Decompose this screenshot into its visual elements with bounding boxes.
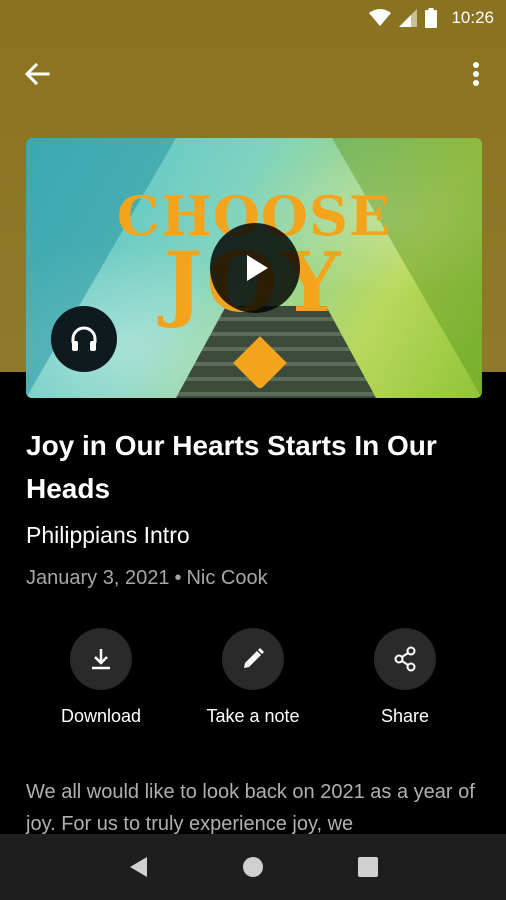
nav-recents-button[interactable] bbox=[348, 847, 388, 887]
audio-button[interactable] bbox=[51, 306, 117, 372]
app-bar bbox=[0, 40, 506, 108]
status-time: 10:26 bbox=[451, 8, 494, 27]
arrow-left-icon bbox=[24, 62, 50, 86]
back-triangle-icon bbox=[129, 857, 147, 877]
wifi-icon bbox=[369, 9, 392, 26]
sermon-title: Joy in Our Hearts Starts In Our Heads bbox=[26, 430, 437, 504]
take-note-button[interactable]: Take a note bbox=[173, 628, 333, 727]
sermon-speaker: Nic Cook bbox=[186, 567, 268, 589]
download-circle bbox=[70, 628, 132, 690]
more-vert-icon bbox=[473, 62, 479, 86]
nav-home-button[interactable] bbox=[233, 847, 273, 887]
signal-icon bbox=[399, 9, 418, 27]
nav-back-button[interactable] bbox=[118, 847, 158, 887]
take-note-label: Take a note bbox=[206, 706, 300, 726]
status-bar: 10:26 bbox=[0, 0, 506, 36]
share-button[interactable]: Share bbox=[325, 628, 485, 727]
share-label: Share bbox=[380, 706, 430, 726]
sermon-date: January 3, 2021 bbox=[26, 567, 170, 589]
recents-square-icon bbox=[358, 857, 379, 877]
back-button[interactable] bbox=[18, 56, 58, 92]
sermon-series: Philippians Intro bbox=[26, 522, 190, 548]
headphones-icon bbox=[71, 326, 97, 351]
system-nav-bar bbox=[0, 834, 506, 900]
play-button[interactable] bbox=[210, 223, 300, 313]
sermon-artwork: CHOOSE JOY bbox=[26, 138, 482, 398]
play-icon bbox=[247, 255, 268, 281]
sermon-description: We all would like to look back on 2021 a… bbox=[26, 781, 475, 835]
sermon-meta: January 3, 2021 • Nic Cook bbox=[26, 567, 268, 590]
home-circle-icon bbox=[242, 857, 263, 877]
more-options-button[interactable] bbox=[462, 56, 490, 92]
download-button[interactable]: Download bbox=[21, 628, 181, 727]
pencil-icon bbox=[244, 648, 264, 668]
share-circle bbox=[374, 628, 436, 690]
download-label: Download bbox=[60, 706, 142, 726]
meta-separator: • bbox=[174, 567, 182, 589]
share-icon bbox=[394, 646, 416, 672]
take-note-circle bbox=[222, 628, 284, 690]
download-icon bbox=[92, 649, 110, 670]
battery-icon bbox=[425, 8, 438, 28]
